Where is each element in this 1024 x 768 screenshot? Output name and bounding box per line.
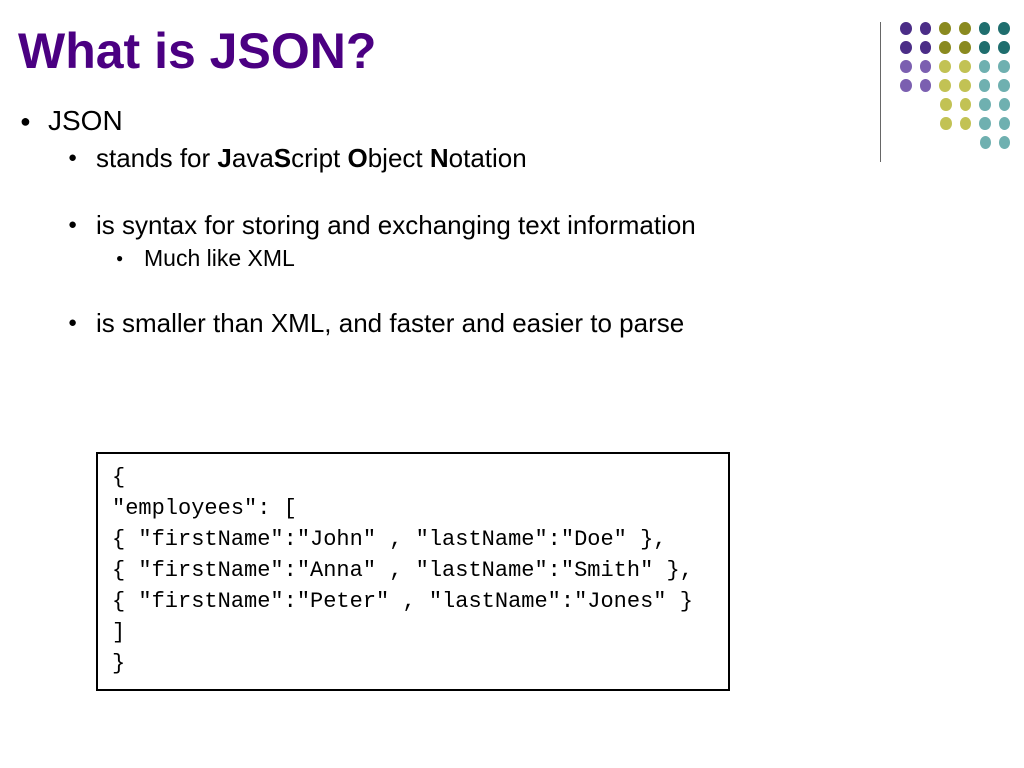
bullet-icon: ● (68, 210, 96, 240)
bullet-text: stands for JavaScript Object Notation (96, 143, 860, 174)
bullet-icon: ● (20, 105, 48, 137)
decorative-dots (900, 22, 1010, 155)
slide-title: What is JSON? (18, 22, 376, 80)
bullet-text: is syntax for storing and exchanging tex… (96, 210, 860, 241)
slide: What is JSON? ● JSON ● stands for JavaSc… (0, 0, 1024, 768)
bullet-level3: ● Much like XML (116, 245, 860, 272)
bullet-level2-acronym: ● stands for JavaScript Object Notation (68, 143, 860, 174)
bold-s: S (274, 143, 291, 173)
bullet-text: Much like XML (144, 245, 860, 272)
code-example: { "employees": [ { "firstName":"John" , … (96, 452, 730, 691)
bullet-icon: ● (68, 143, 96, 173)
prefix: stands for (96, 143, 217, 173)
bold-o: O (347, 143, 367, 173)
bullet-level2: ● is syntax for storing and exchanging t… (68, 210, 860, 241)
bullet-level2: ● is smaller than XML, and faster and ea… (68, 308, 860, 339)
bullet-text: is smaller than XML, and faster and easi… (96, 308, 860, 339)
bullet-level1: ● JSON (20, 105, 860, 137)
bold-j: J (217, 143, 231, 173)
bullet-icon: ● (68, 308, 96, 338)
bullet-icon: ● (116, 245, 144, 272)
title-divider (880, 22, 881, 162)
bold-n: N (430, 143, 449, 173)
bullet-text: JSON (48, 105, 860, 137)
content-area: ● JSON ● stands for JavaScript Object No… (20, 105, 860, 343)
